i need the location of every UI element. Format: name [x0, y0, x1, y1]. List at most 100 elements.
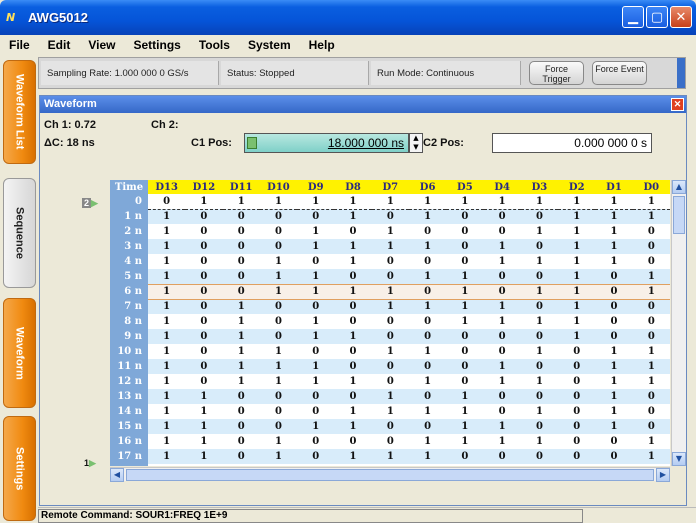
bit-cell[interactable]: 1 [558, 269, 596, 284]
bit-cell[interactable]: 0 [259, 329, 298, 344]
bit-cell[interactable]: 0 [185, 344, 223, 359]
bit-cell[interactable]: 0 [222, 254, 260, 269]
bit-cell[interactable]: 1 [334, 194, 372, 210]
bit-cell[interactable]: 1 [297, 269, 335, 284]
bit-cell[interactable]: 1 [408, 299, 447, 314]
bit-cell[interactable]: 0 [185, 374, 223, 389]
bit-cell[interactable]: 1 [147, 299, 186, 314]
menu-file[interactable]: File [0, 38, 39, 52]
bit-cell[interactable]: 1 [147, 464, 186, 466]
bit-cell[interactable]: 0 [185, 209, 223, 224]
bit-cell[interactable]: 0 [371, 359, 409, 374]
bit-cell[interactable]: 1 [147, 449, 186, 464]
bit-cell[interactable]: 1 [222, 194, 260, 210]
table-row[interactable]: 7 n10100011110100 [110, 299, 670, 314]
bit-cell[interactable]: 1 [483, 359, 521, 374]
bit-cell[interactable]: 0 [371, 329, 409, 344]
bit-cell[interactable]: 0 [483, 224, 521, 239]
menu-system[interactable]: System [239, 38, 300, 52]
bit-cell[interactable]: 1 [408, 434, 447, 449]
bit-cell[interactable]: 0 [408, 464, 447, 466]
bit-cell[interactable]: 0 [334, 299, 372, 314]
bit-cell[interactable]: 1 [632, 359, 670, 374]
bit-cell[interactable]: 1 [259, 194, 298, 210]
bit-cell[interactable]: 1 [297, 194, 335, 210]
menu-settings[interactable]: Settings [124, 38, 189, 52]
bit-cell[interactable]: 1 [371, 299, 409, 314]
bit-cell[interactable]: 0 [483, 269, 521, 284]
table-row[interactable]: 1 n10000101000111 [110, 209, 670, 224]
table-row[interactable]: 18 n11011100001001 [110, 464, 670, 466]
bit-cell[interactable]: 0 [297, 299, 335, 314]
bit-cell[interactable]: 1 [595, 194, 633, 210]
bit-cell[interactable]: 1 [408, 374, 447, 389]
bit-cell[interactable]: 1 [558, 283, 596, 300]
table-row[interactable]: 8 n10101000111100 [110, 314, 670, 329]
bit-cell[interactable]: 1 [595, 224, 633, 239]
bit-cell[interactable]: 0 [297, 449, 335, 464]
bit-cell[interactable]: 1 [483, 239, 521, 254]
table-row[interactable]: 10 n10110011001011 [110, 344, 670, 359]
bit-cell[interactable]: 1 [147, 269, 186, 284]
bit-cell[interactable]: 1 [259, 464, 298, 466]
bit-cell[interactable]: 1 [446, 404, 484, 419]
bit-cell[interactable]: 0 [185, 269, 223, 284]
bit-cell[interactable]: 1 [446, 419, 484, 434]
bit-cell[interactable]: 0 [259, 209, 298, 224]
bit-cell[interactable]: 0 [595, 329, 633, 344]
bit-cell[interactable]: 0 [558, 419, 596, 434]
bit-cell[interactable]: 0 [520, 299, 559, 314]
bit-cell[interactable]: 1 [520, 283, 559, 300]
bit-cell[interactable]: 0 [185, 359, 223, 374]
table-row[interactable]: 2 n10001010001110 [110, 224, 670, 239]
bit-cell[interactable]: 1 [147, 374, 186, 389]
bit-cell[interactable]: 0 [446, 329, 484, 344]
bit-cell[interactable]: 1 [632, 344, 670, 359]
bit-cell[interactable]: 1 [147, 359, 186, 374]
bit-cell[interactable]: 0 [297, 434, 335, 449]
bit-cell[interactable]: 1 [632, 283, 670, 300]
bit-cell[interactable]: 1 [558, 194, 596, 210]
bit-cell[interactable]: 1 [446, 194, 484, 210]
table-vertical-scrollbar[interactable]: ▲ ▼ [671, 180, 686, 466]
bit-cell[interactable]: 1 [408, 404, 447, 419]
bit-cell[interactable]: 1 [483, 374, 521, 389]
bit-cell[interactable]: 1 [371, 389, 409, 404]
bit-cell[interactable]: 0 [408, 254, 447, 269]
table-row[interactable]: 12 n10111101011011 [110, 374, 670, 389]
bit-cell[interactable]: 1 [520, 374, 559, 389]
maximize-button[interactable]: ▢ [646, 6, 668, 28]
bit-cell[interactable]: 0 [632, 224, 670, 239]
bit-cell[interactable]: 1 [222, 329, 260, 344]
bit-cell[interactable]: 1 [259, 434, 298, 449]
bit-cell[interactable]: 1 [408, 344, 447, 359]
bit-cell[interactable]: 0 [446, 464, 484, 466]
bit-cell[interactable]: 0 [334, 314, 372, 329]
bit-cell[interactable]: 0 [558, 464, 596, 466]
cursor-1-marker[interactable]: 1▶ [84, 458, 96, 469]
bit-cell[interactable]: 0 [222, 449, 260, 464]
bit-cell[interactable]: 1 [520, 404, 559, 419]
bit-cell[interactable]: 1 [297, 419, 335, 434]
bit-cell[interactable]: 1 [147, 209, 186, 224]
bit-cell[interactable]: 0 [632, 299, 670, 314]
bit-cell[interactable]: 1 [558, 209, 596, 224]
bit-cell[interactable]: 0 [222, 434, 260, 449]
bit-cell[interactable]: 1 [595, 419, 633, 434]
bit-cell[interactable]: 0 [483, 449, 521, 464]
bit-cell[interactable]: 0 [446, 224, 484, 239]
table-row[interactable]: 3 n10001111010110 [110, 239, 670, 254]
bit-cell[interactable]: 0 [558, 449, 596, 464]
menu-edit[interactable]: Edit [39, 38, 80, 52]
bit-cell[interactable]: 1 [520, 224, 559, 239]
bit-cell[interactable]: 1 [558, 224, 596, 239]
bit-cell[interactable]: 1 [185, 194, 223, 210]
bit-cell[interactable]: 1 [520, 464, 559, 466]
bit-cell[interactable]: 0 [371, 374, 409, 389]
table-row[interactable]: 001111111111111 [110, 194, 670, 210]
bit-cell[interactable]: 0 [520, 449, 559, 464]
bit-cell[interactable]: 1 [595, 404, 633, 419]
bit-cell[interactable]: 1 [483, 194, 521, 210]
bit-cell[interactable]: 1 [408, 194, 447, 210]
bit-cell[interactable]: 1 [147, 314, 186, 329]
